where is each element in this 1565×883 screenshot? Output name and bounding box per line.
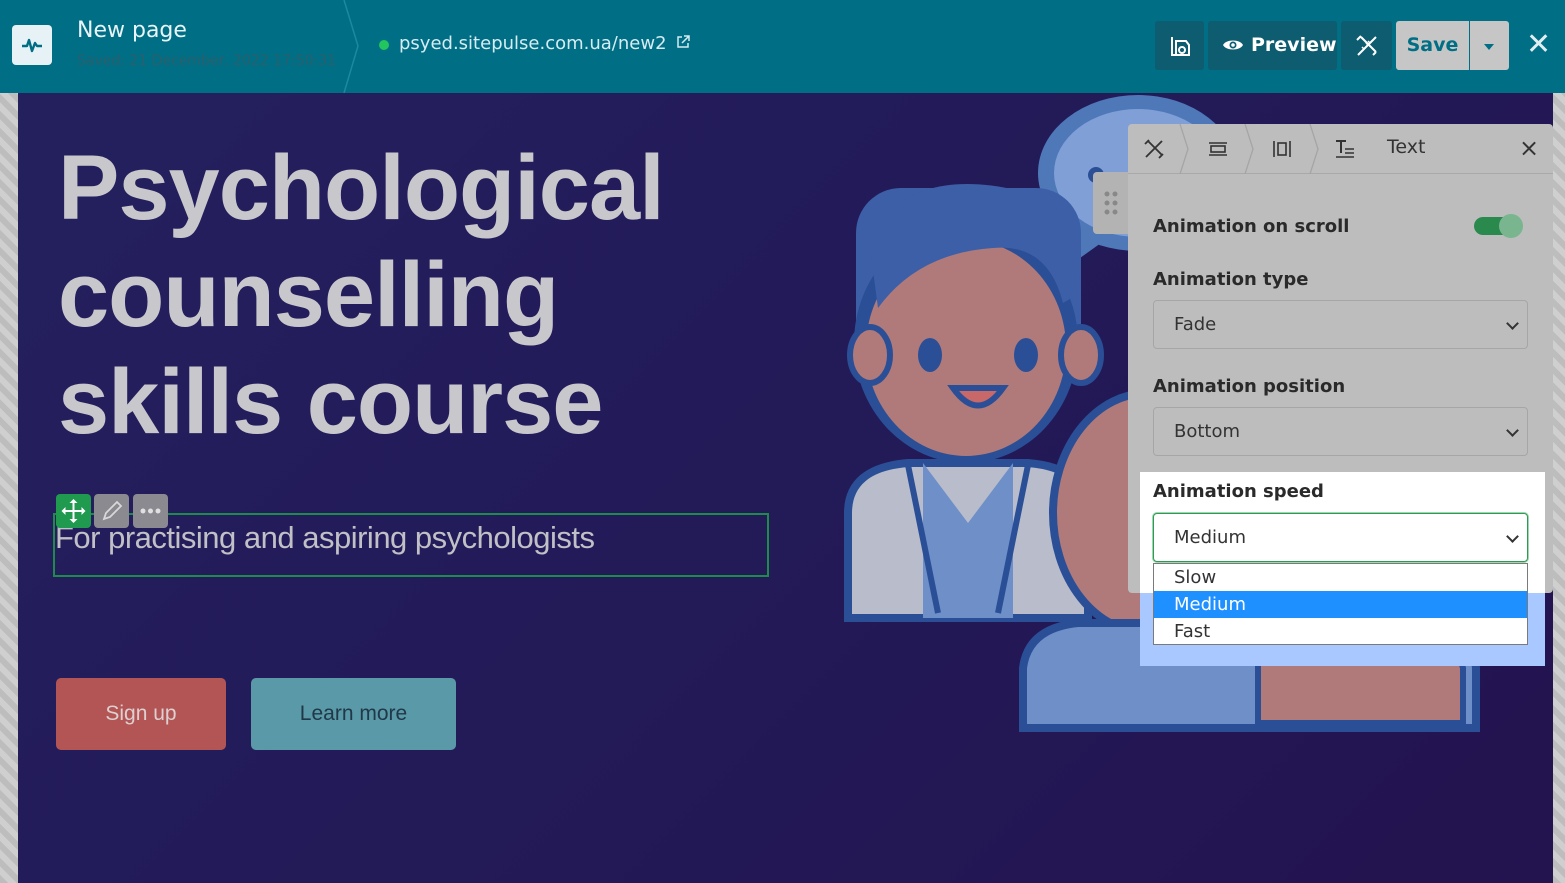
page-url-link[interactable]: psyed.sitepulse.com.ua/new2 <box>399 33 691 54</box>
theme-button[interactable] <box>1155 21 1204 70</box>
preview-label: Preview <box>1251 34 1337 56</box>
animation-position-label: Animation position <box>1153 376 1346 397</box>
tab-text[interactable]: Text <box>1387 136 1425 158</box>
animation-speed-value: Medium <box>1174 527 1246 548</box>
canvas-gutter-right <box>1553 93 1565 883</box>
pencil-icon[interactable] <box>94 494 129 528</box>
eye-icon <box>1223 40 1243 50</box>
tab-separator <box>1179 124 1189 174</box>
design-tools-icon <box>1356 35 1377 56</box>
move-icon[interactable] <box>56 494 91 528</box>
signup-button[interactable]: Sign up <box>56 678 226 750</box>
canvas-gutter-left <box>0 93 18 883</box>
tab-separator <box>1309 124 1319 174</box>
design-tools-button[interactable] <box>1341 21 1392 70</box>
learn-more-button[interactable]: Learn more <box>251 678 456 750</box>
chevron-down-icon <box>1506 530 1519 543</box>
design-tools-icon[interactable] <box>1142 137 1166 161</box>
saved-status: Saved: 21 December, 2022 17:50:31 <box>77 53 337 69</box>
animation-position-value: Bottom <box>1174 421 1241 442</box>
animation-type-value: Fade <box>1174 314 1217 335</box>
published-status-dot <box>379 40 389 50</box>
animation-speed-select[interactable]: Medium <box>1153 513 1528 562</box>
hero-title[interactable]: Psychological counselling skills course <box>58 135 758 456</box>
animation-speed-label: Animation speed <box>1153 481 1324 502</box>
panel-tabs: Text × <box>1128 124 1553 174</box>
more-icon[interactable] <box>133 494 168 528</box>
breadcrumb-separator <box>343 0 359 93</box>
preview-button[interactable]: Preview <box>1208 21 1337 70</box>
tab-separator <box>1244 124 1254 174</box>
animation-on-scroll-label: Animation on scroll <box>1153 216 1350 237</box>
drag-handle-icon[interactable] <box>1093 172 1129 234</box>
spacing-icon[interactable] <box>1270 137 1294 161</box>
animation-type-label: Animation type <box>1153 269 1309 290</box>
animation-type-select[interactable]: Fade <box>1153 300 1528 349</box>
layout-icon[interactable] <box>1206 137 1230 161</box>
page-title[interactable]: New page <box>77 18 187 43</box>
external-link-icon <box>677 35 691 48</box>
save-button[interactable]: Save <box>1396 21 1469 70</box>
animation-speed-dropdown: Slow Medium Fast <box>1153 563 1528 645</box>
speed-option-fast[interactable]: Fast <box>1154 618 1527 645</box>
theme-icon <box>1171 37 1190 56</box>
animation-position-select[interactable]: Bottom <box>1153 407 1528 456</box>
pulse-logo-icon[interactable] <box>12 25 52 65</box>
speed-option-medium[interactable]: Medium <box>1154 591 1527 618</box>
chevron-down-icon <box>1506 317 1519 330</box>
save-options-chevron-down-icon[interactable] <box>1470 21 1509 70</box>
top-bar: New page Saved: 21 December, 2022 17:50:… <box>0 0 1565 93</box>
speed-option-slow[interactable]: Slow <box>1154 564 1527 591</box>
page-url-text: psyed.sitepulse.com.ua/new2 <box>399 33 667 54</box>
text-format-icon[interactable] <box>1333 137 1357 161</box>
close-icon[interactable]: × <box>1519 134 1539 162</box>
toggle-knob <box>1499 214 1523 238</box>
chevron-down-icon <box>1506 424 1519 437</box>
close-editor-icon[interactable]: ✕ <box>1526 27 1551 63</box>
